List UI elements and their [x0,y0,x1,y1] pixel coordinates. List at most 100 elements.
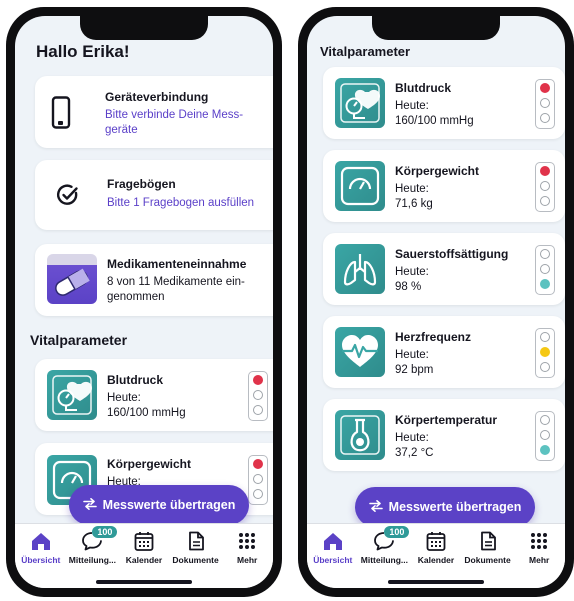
home-icon [30,530,52,552]
vital-card-body-temperature[interactable]: Körpertemperatur Heute: 37,2 °C [323,399,565,471]
swap-arrows-icon [82,497,97,513]
medication-text: 8 von 11 Medikamente ein- [107,276,245,288]
right-phone: Vitalparameter Blutdruck Heute: 160/100 … [298,7,574,597]
tab-label: Mehr [237,555,258,565]
vital-card-blood-pressure[interactable]: Blutdruck Heute: 160/100 mmHg [35,359,273,431]
tab-messages[interactable]: 100 Mitteilung... [67,524,119,588]
questionnaire-title: Fragebögen [107,177,176,191]
vital-card-heart-rate[interactable]: Herzfrequenz Heute: 92 bpm [323,316,565,388]
device-connection-card[interactable]: Geräteverbindung Bitte verbinde Deine Me… [35,76,273,148]
vital-value: 98 % [395,281,422,293]
vital-value: 37,2 °C [395,447,434,459]
tab-label: Mehr [529,555,550,565]
phone-icon [51,96,73,135]
vital-name: Körpergewicht [107,457,192,471]
left-screen: Hallo Erika! Geräteverbindung Bitte verb… [15,16,273,588]
questionnaire-link[interactable]: Bitte 1 Fragebogen ausfüllen [107,195,254,211]
scale-icon [335,161,385,211]
medication-card[interactable]: Medikamenteneinnahme 8 von 11 Medikament… [35,244,273,316]
vital-value: 160/100 mmHg [395,115,474,127]
calendar-icon [425,530,447,552]
vital-value: 71,6 kg [395,198,433,210]
vital-card-oxygen-saturation[interactable]: Sauerstoffsättigung Heute: 98 % [323,233,565,305]
tab-label: Kalender [125,555,163,565]
notch [372,16,500,40]
status-light-green [540,279,550,289]
vital-label: Heute: [395,266,429,278]
device-connection-title: Geräteverbindung [105,90,209,104]
flask-icon [335,410,385,460]
home-icon [322,530,344,552]
vital-card-blood-pressure[interactable]: Blutdruck Heute: 160/100 mmHg [323,67,565,139]
vital-name: Blutdruck [107,373,164,387]
status-light-yellow [540,264,550,274]
medication-title: Medikamenteneinnahme [107,257,247,271]
document-icon [185,530,207,552]
status-light-yellow [540,347,550,357]
status-light-yellow [540,181,550,191]
vital-label: Heute: [395,349,429,361]
status-indicator [535,328,555,378]
notch [80,16,208,40]
status-light-yellow [253,474,263,484]
tab-label: Dokumente [172,555,219,565]
status-light-green [253,405,263,415]
status-light-red [540,249,550,259]
vital-label: Heute: [395,100,429,112]
status-indicator [535,162,555,212]
tab-calendar[interactable]: Kalender [118,524,170,588]
status-light-yellow [540,98,550,108]
status-light-green [253,489,263,499]
tab-documents[interactable]: Dokumente [170,524,222,588]
status-light-red [540,166,550,176]
notification-badge: 100 [384,526,410,538]
tab-label: Mitteilung... [68,555,116,565]
tab-label: Kalender [417,555,455,565]
status-light-red [540,332,550,342]
status-light-green [540,362,550,372]
calendar-icon [133,530,155,552]
tab-calendar[interactable]: Kalender [410,524,462,588]
transfer-measurements-button[interactable]: Messwerte übertragen [355,487,535,524]
status-indicator [248,455,268,505]
vital-value: 92 bpm [395,364,434,376]
vital-name: Blutdruck [395,81,452,95]
vital-section-title: Vitalparameter [320,44,411,59]
tab-label: Mitteilung... [360,555,408,565]
status-light-red [540,415,550,425]
tab-more[interactable]: Mehr [513,524,565,588]
left-phone: Hallo Erika! Geräteverbindung Bitte verb… [6,7,282,597]
tab-label: Übersicht [21,555,61,565]
status-indicator [248,371,268,421]
tab-overview[interactable]: Übersicht [307,524,359,588]
tab-documents[interactable]: Dokumente [462,524,514,588]
home-indicator [96,580,192,584]
transfer-measurements-button[interactable]: Messwerte übertragen [69,485,249,524]
vital-label: Heute: [395,183,429,195]
tab-label: Dokumente [464,555,511,565]
vital-name: Herzfrequenz [395,330,472,344]
status-light-green [540,445,550,455]
tab-bar: Übersicht 100 Mitteilung... Kalender Dok… [15,523,273,588]
grid-icon [236,530,258,552]
device-connection-link-cont[interactable]: geräte [105,122,138,138]
right-content: Vitalparameter Blutdruck Heute: 160/100 … [307,16,565,524]
vital-card-body-weight[interactable]: Körpergewicht Heute: 71,6 kg [323,150,565,222]
status-indicator [535,411,555,461]
questionnaire-card[interactable]: Fragebögen Bitte 1 Fragebogen ausfüllen [35,160,273,230]
vital-name: Körpertemperatur [395,413,498,427]
right-screen: Vitalparameter Blutdruck Heute: 160/100 … [307,16,565,588]
device-connection-link[interactable]: Bitte verbinde Deine Mess- [105,107,243,123]
lungs-icon [335,244,385,294]
left-content: Hallo Erika! Geräteverbindung Bitte verb… [15,16,273,524]
vital-value: 160/100 mmHg [107,407,186,419]
tab-overview[interactable]: Übersicht [15,524,67,588]
tab-more[interactable]: Mehr [221,524,273,588]
grid-icon [528,530,550,552]
tab-messages[interactable]: 100 Mitteilung... [359,524,411,588]
pill-icon [47,254,97,304]
status-light-red [253,459,263,469]
button-label: Messwerte übertragen [388,500,522,514]
document-icon [477,530,499,552]
heart-rate-icon [335,327,385,377]
